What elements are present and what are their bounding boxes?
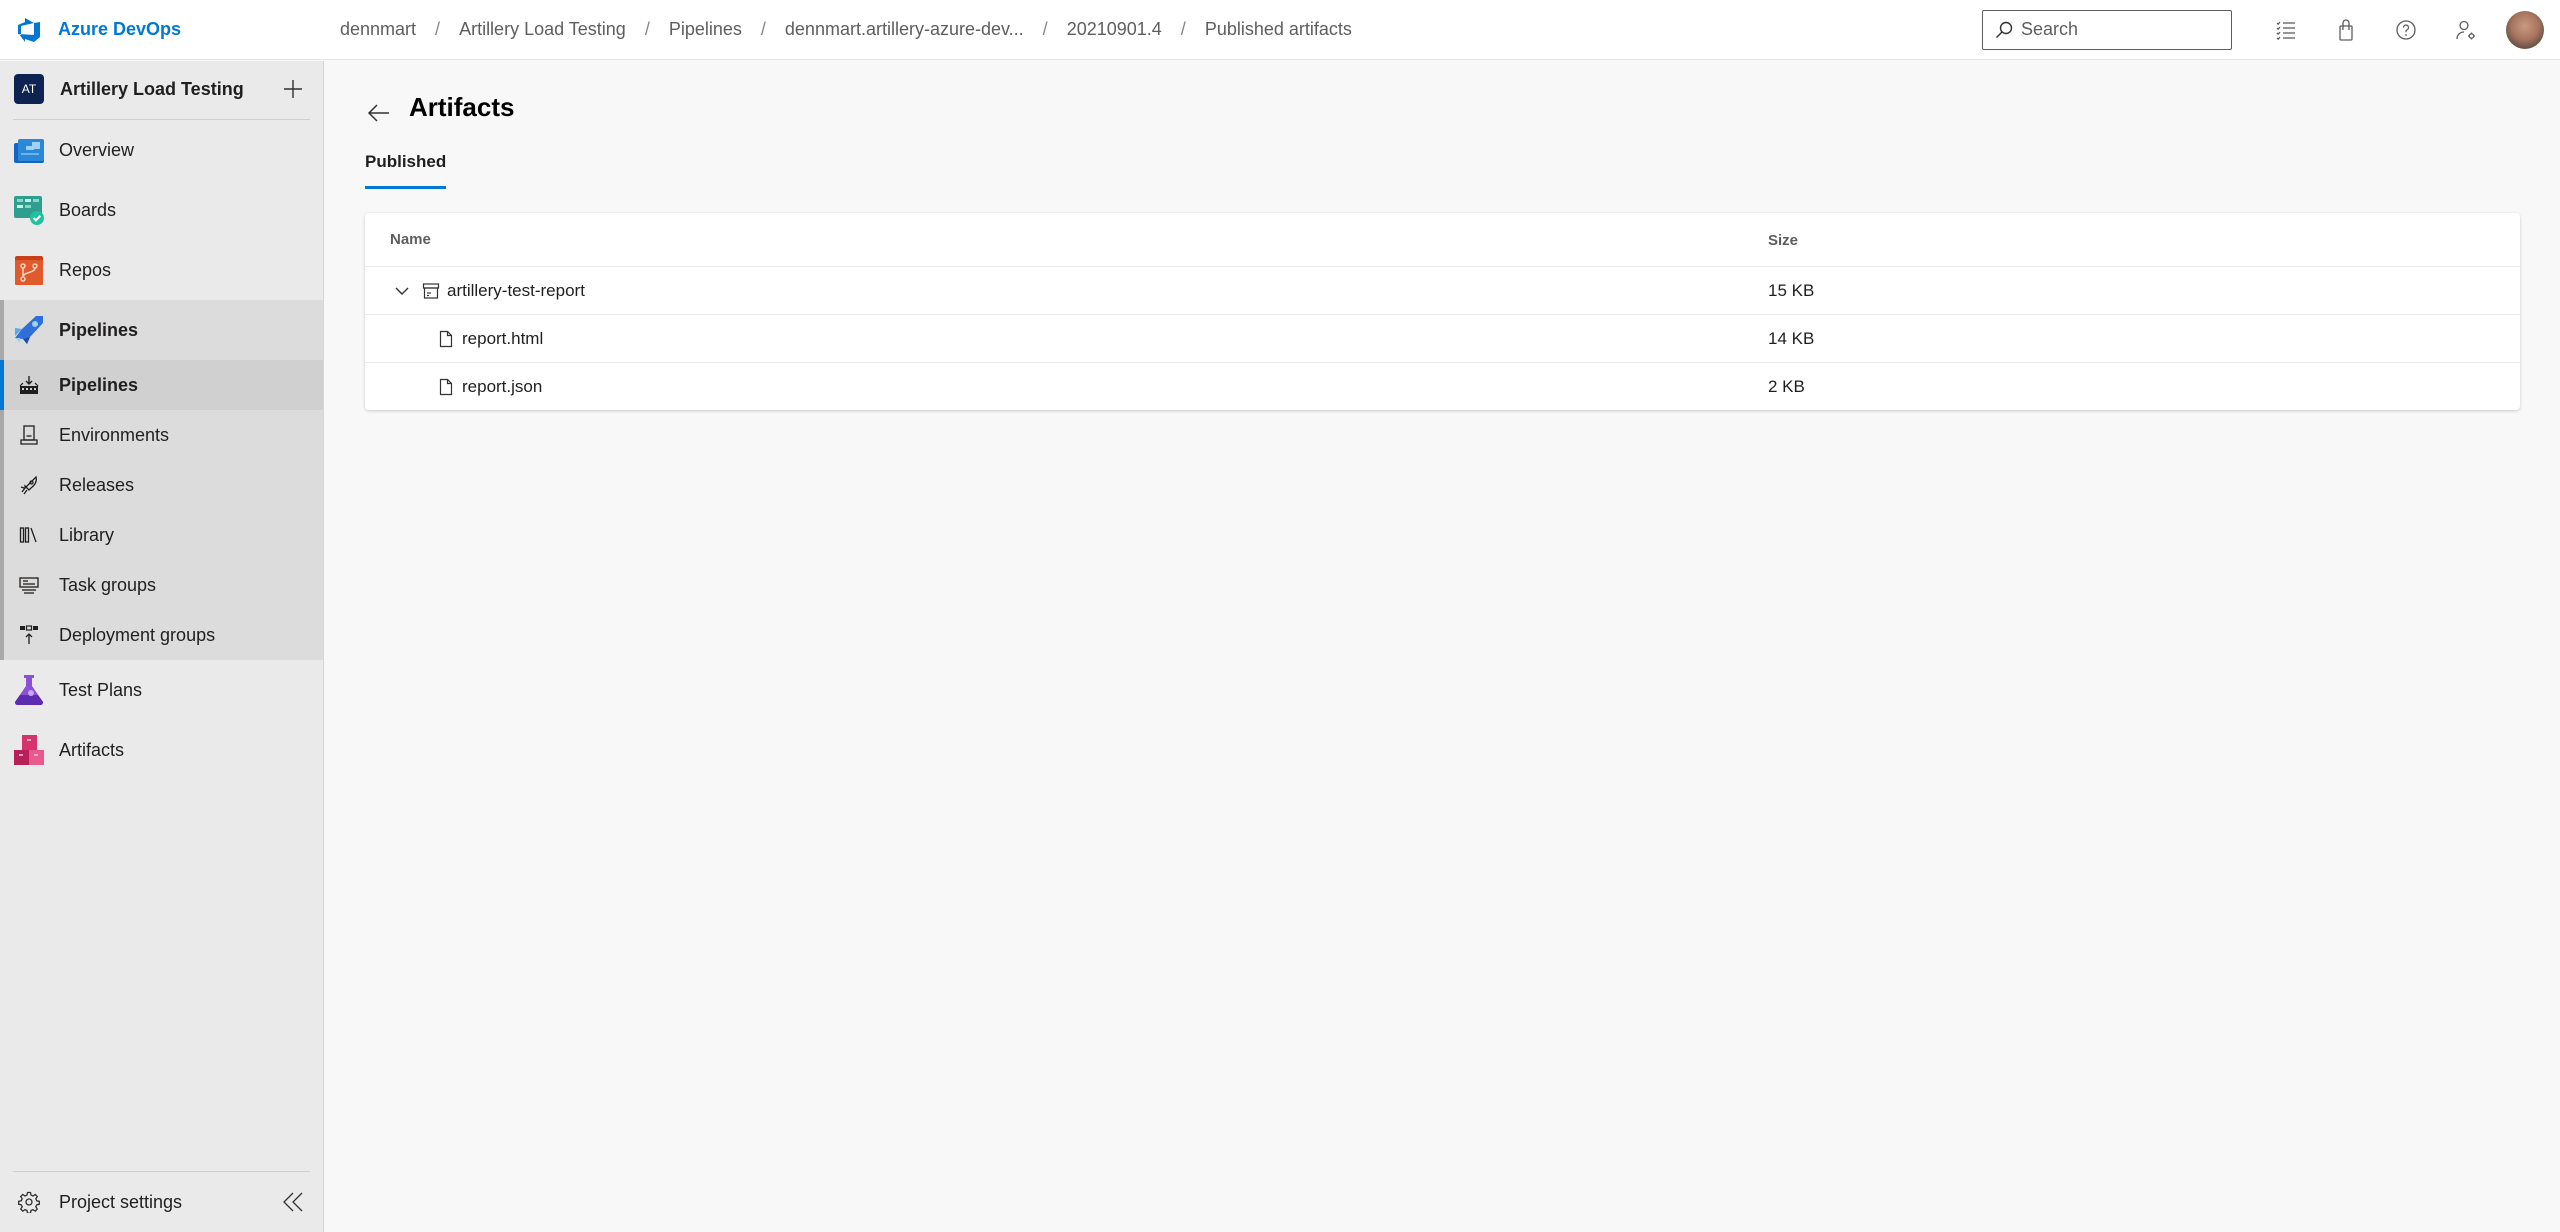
table-row[interactable]: artillery-test-report 15 KB	[365, 266, 2520, 314]
file-icon	[439, 378, 453, 395]
repos-icon	[14, 255, 44, 285]
sidebar-subitem-pipelines[interactable]: Pipelines	[0, 360, 323, 410]
chevron-down-icon[interactable]	[394, 283, 410, 299]
user-settings-icon	[2456, 20, 2475, 39]
breadcrumb-separator: /	[760, 19, 766, 39]
file-name[interactable]: report.json	[462, 377, 542, 397]
back-arrow-icon[interactable]	[365, 99, 393, 127]
search-icon	[1996, 21, 2013, 38]
sidebar-item-label: Overview	[59, 139, 135, 160]
work-items-button[interactable]	[2256, 0, 2316, 60]
breadcrumb-organization[interactable]: dennmart	[340, 19, 416, 40]
sidebar-subitem-deployment-groups[interactable]: Deployment groups	[4, 610, 323, 660]
environments-icon	[14, 424, 44, 446]
sidebar-item-label: Environments	[59, 424, 170, 445]
sidebar-item-test-plans[interactable]: Test Plans	[0, 660, 323, 720]
breadcrumb-pipeline[interactable]: dennmart.artillery-azure-dev...	[785, 19, 1024, 40]
breadcrumb-separator: /	[1042, 19, 1048, 39]
title-row: Artifacts	[365, 87, 514, 127]
breadcrumb-run[interactable]: 20210901.4	[1067, 19, 1162, 40]
sidebar-item-repos[interactable]: Repos	[0, 240, 323, 300]
sidebar-item-label: Pipelines	[59, 319, 139, 340]
project-settings-button[interactable]: Project settings	[0, 1172, 323, 1232]
sidebar-subitem-environments[interactable]: Environments	[4, 410, 323, 460]
sidebar: AT Artillery Load Testing Overview Board…	[0, 61, 324, 1232]
pipelines-sub-icon	[14, 374, 44, 396]
file-size: 14 KB	[1768, 329, 1815, 348]
project-settings-label: Project settings	[59, 1191, 183, 1212]
sidebar-item-label: Task groups	[59, 574, 157, 595]
sidebar-item-label: Pipelines	[59, 374, 139, 395]
help-button[interactable]	[2376, 0, 2436, 60]
sidebar-subitem-task-groups[interactable]: Task groups	[4, 560, 323, 610]
project-name: Artillery Load Testing	[60, 78, 244, 99]
tab-published[interactable]: Published	[365, 152, 447, 189]
tab-bar: Published	[365, 151, 447, 189]
pipelines-icon	[14, 315, 44, 345]
sidebar-item-label: Library	[59, 524, 115, 545]
table-row[interactable]: report.json 2 KB	[365, 362, 2520, 410]
file-name[interactable]: report.html	[462, 329, 543, 349]
add-icon[interactable]	[281, 77, 305, 101]
artifact-size: 15 KB	[1768, 281, 1815, 300]
sidebar-item-artifacts[interactable]: Artifacts	[0, 720, 323, 780]
work-items-icon	[2276, 21, 2295, 40]
search-input[interactable]	[2021, 19, 2211, 40]
file-icon	[439, 330, 453, 347]
sidebar-item-label: Deployment groups	[59, 624, 216, 645]
breadcrumb-pipelines[interactable]: Pipelines	[669, 19, 742, 40]
brand[interactable]: Azure DevOps	[0, 17, 340, 43]
marketplace-bag-icon	[2339, 18, 2353, 41]
sidebar-item-boards[interactable]: Boards	[0, 180, 323, 240]
gear-icon	[18, 1191, 40, 1213]
sidebar-item-label: Releases	[59, 474, 135, 495]
sidebar-item-label: Test Plans	[59, 679, 143, 700]
marketplace-button[interactable]	[2316, 0, 2376, 60]
breadcrumb-current[interactable]: Published artifacts	[1205, 19, 1352, 40]
pipelines-group: Pipelines Pipelines Environments Release…	[0, 300, 323, 660]
collapse-sidebar-icon[interactable]	[281, 1190, 305, 1214]
task-groups-icon	[14, 574, 44, 596]
breadcrumb-separator: /	[644, 19, 650, 39]
project-header[interactable]: AT Artillery Load Testing	[0, 61, 323, 117]
sidebar-item-label: Repos	[59, 259, 112, 280]
artifacts-icon	[14, 735, 44, 765]
brand-name: Azure DevOps	[58, 19, 182, 39]
test-plans-icon	[14, 675, 44, 705]
user-settings-button[interactable]	[2436, 0, 2496, 60]
main-content: Artifacts Published Name Size artillery-…	[325, 61, 2560, 1232]
breadcrumb-separator: /	[435, 19, 441, 39]
library-icon	[14, 524, 44, 546]
search-box[interactable]	[1982, 9, 2232, 50]
azure-devops-logo-icon	[18, 17, 40, 42]
sidebar-item-label: Boards	[59, 199, 117, 220]
page-title: Artifacts	[409, 91, 515, 122]
boards-icon	[14, 195, 44, 225]
file-size: 2 KB	[1768, 377, 1805, 396]
breadcrumb: dennmart / Artillery Load Testing / Pipe…	[340, 19, 1352, 40]
breadcrumb-project[interactable]: Artillery Load Testing	[459, 19, 626, 40]
sidebar-item-pipelines[interactable]: Pipelines	[4, 300, 323, 360]
releases-icon	[14, 474, 44, 496]
table-header: Name Size	[365, 213, 2520, 266]
breadcrumb-separator: /	[1180, 19, 1186, 39]
help-icon	[2396, 19, 2416, 40]
overview-icon	[14, 135, 44, 165]
artifacts-table: Name Size artillery-test-report 15 KB re…	[365, 213, 2520, 410]
project-avatar: AT	[14, 74, 44, 104]
deployment-groups-icon	[14, 624, 44, 646]
sidebar-footer: Project settings	[0, 1171, 323, 1232]
avatar[interactable]	[2506, 10, 2544, 49]
sidebar-item-label: Artifacts	[59, 739, 125, 760]
top-bar: Azure DevOps dennmart / Artillery Load T…	[0, 0, 2560, 60]
header-actions	[1982, 0, 2560, 60]
sidebar-item-overview[interactable]: Overview	[0, 120, 323, 180]
sidebar-subitem-library[interactable]: Library	[4, 510, 323, 560]
table-row[interactable]: report.html 14 KB	[365, 314, 2520, 362]
artifact-package-icon	[422, 282, 440, 299]
artifact-name[interactable]: artillery-test-report	[447, 281, 585, 301]
column-header-name[interactable]: Name	[390, 231, 431, 248]
column-header-size[interactable]: Size	[1768, 232, 1798, 249]
sidebar-subitem-releases[interactable]: Releases	[4, 460, 323, 510]
